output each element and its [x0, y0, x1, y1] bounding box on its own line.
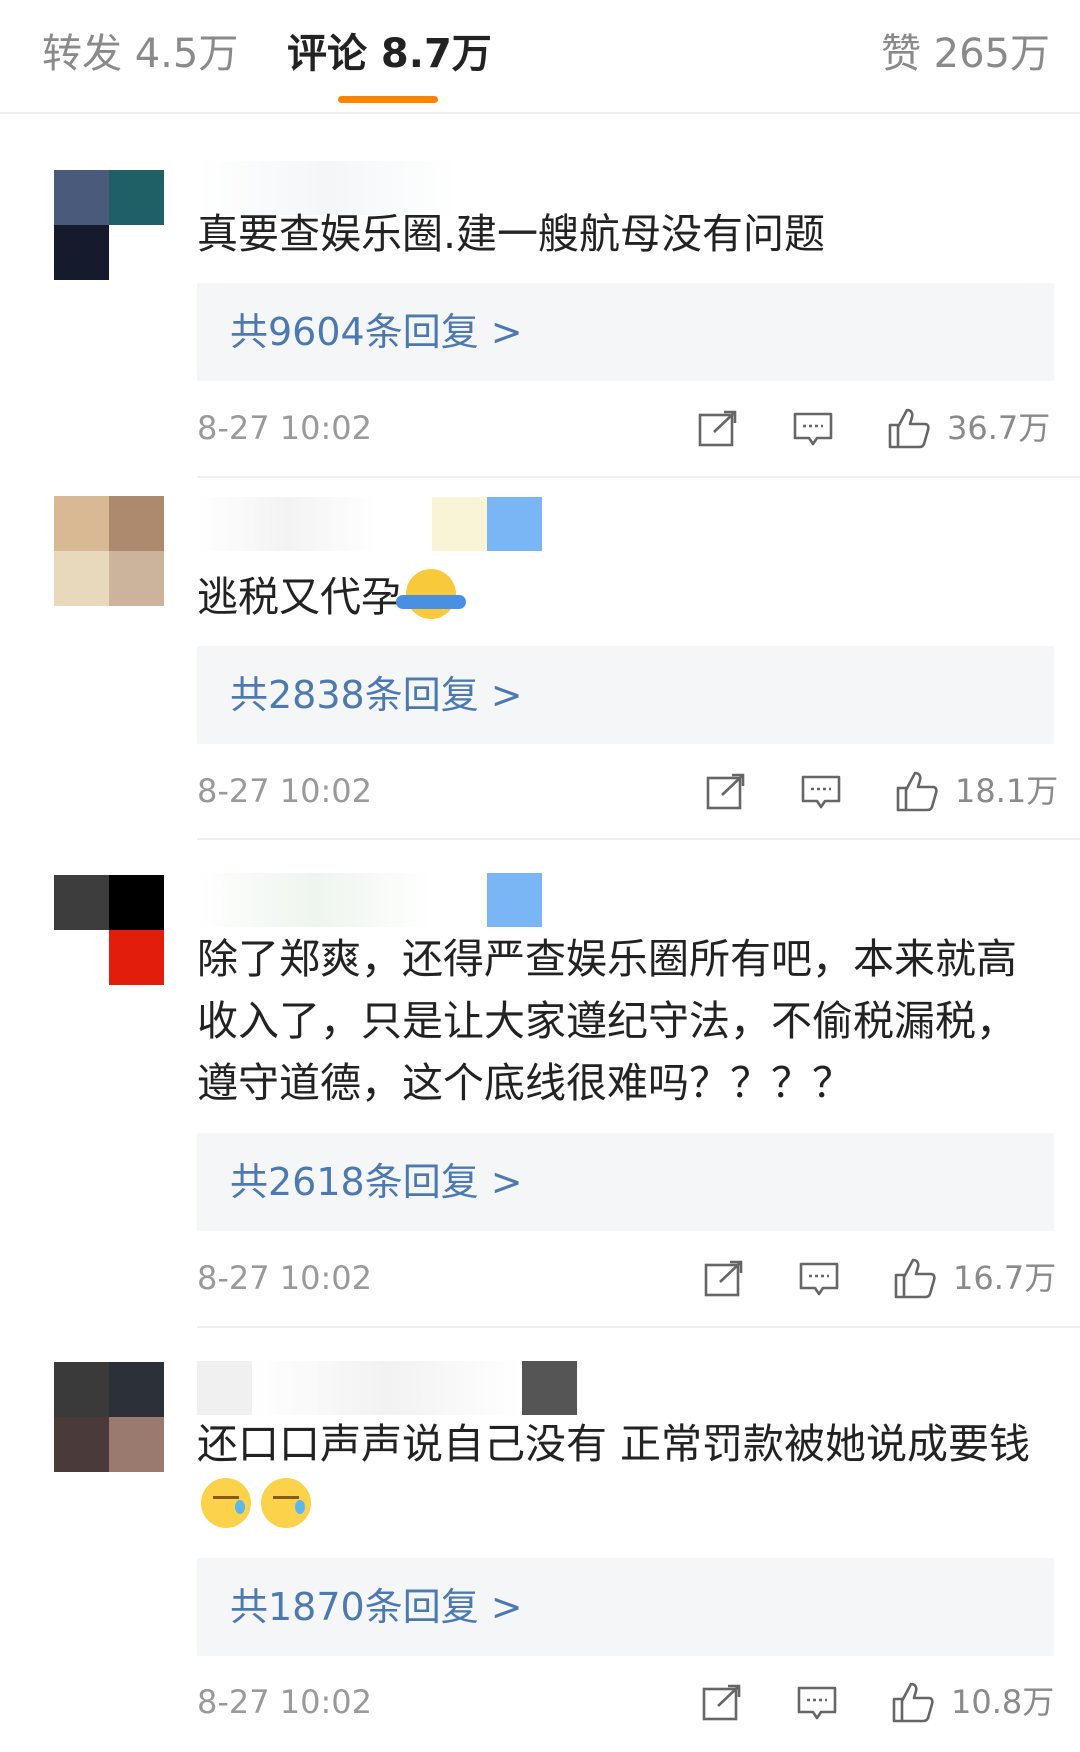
thumbs-up-icon[interactable] — [893, 1256, 937, 1300]
reply-count-link[interactable]: 共2618条回复 > — [230, 1133, 523, 1231]
reply-count-link[interactable]: 共2838条回复 > — [230, 646, 523, 744]
comment-icon[interactable] — [799, 1260, 839, 1298]
comment-meta: 8-27 10:02 16.7万 — [0, 1248, 1080, 1308]
avatar[interactable] — [54, 1362, 164, 1472]
comment-text: 真要查娱乐圈.建一艘航母没有问题 — [197, 210, 826, 258]
thumbs-up-icon[interactable] — [895, 769, 939, 813]
like-count: 18.1万 — [955, 772, 1059, 810]
comment-icon[interactable] — [801, 773, 841, 811]
divider — [197, 838, 1080, 840]
comment-icon[interactable] — [797, 1684, 837, 1722]
share-icon[interactable] — [704, 1260, 744, 1298]
reply-box[interactable]: 共1870条回复 > — [197, 1558, 1054, 1656]
comment-meta: 8-27 10:02 10.8万 — [0, 1672, 1080, 1732]
reply-box[interactable]: 共2618条回复 > — [197, 1133, 1054, 1231]
thumbs-up-icon[interactable] — [887, 406, 931, 450]
comment-text: 逃税又代孕 — [197, 566, 1057, 628]
timestamp: 8-27 10:02 — [197, 1683, 373, 1721]
divider — [197, 1326, 1080, 1328]
username-redacted[interactable] — [197, 872, 542, 928]
tab-comments[interactable]: 评论 8.7万 — [287, 26, 492, 82]
active-tab-indicator — [338, 96, 438, 103]
thumbs-up-icon[interactable] — [891, 1680, 935, 1724]
reply-count-link[interactable]: 共9604条回复 > — [230, 283, 523, 381]
like-count: 10.8万 — [951, 1683, 1055, 1721]
avatar[interactable] — [54, 875, 164, 985]
share-icon[interactable] — [702, 1684, 742, 1722]
username-redacted[interactable] — [197, 496, 542, 552]
tab-repost[interactable]: 转发 4.5万 — [42, 26, 238, 82]
share-icon[interactable] — [698, 410, 738, 448]
tab-likes[interactable]: 赞 265万 — [881, 26, 1050, 82]
comment-meta: 8-27 10:02 36.7万 — [0, 398, 1080, 458]
sweat-emoji — [201, 1478, 251, 1528]
reply-count-link[interactable]: 共1870条回复 > — [230, 1558, 523, 1656]
comment-text-body: 逃税又代孕 — [197, 573, 402, 621]
reply-box[interactable]: 共2838条回复 > — [197, 646, 1054, 744]
username-redacted[interactable] — [197, 1360, 577, 1416]
comment-icon[interactable] — [793, 410, 833, 448]
divider — [197, 476, 1080, 478]
comment-text-body: 还口口声声说自己没有 正常罚款被她说成要钱 — [197, 1420, 1031, 1468]
sweat-emoji — [261, 1478, 311, 1528]
comment-text: 还口口声声说自己没有 正常罚款被她说成要钱 — [197, 1413, 1057, 1537]
comment-meta: 8-27 10:02 18.1万 — [0, 761, 1080, 821]
shrug-emoji — [396, 569, 466, 619]
reply-box[interactable]: 共9604条回复 > — [197, 283, 1054, 381]
timestamp: 8-27 10:02 — [197, 409, 373, 447]
timestamp: 8-27 10:02 — [197, 772, 373, 810]
timestamp: 8-27 10:02 — [197, 1259, 373, 1297]
comment-text: 除了郑爽，还得严查娱乐圈所有吧，本来就高收入了，只是让大家遵纪守法，不偷税漏税，… — [197, 935, 1017, 1107]
like-count: 36.7万 — [947, 409, 1051, 447]
tab-bar: 转发 4.5万 评论 8.7万 赞 265万 — [0, 0, 1080, 114]
avatar[interactable] — [54, 496, 164, 606]
avatar[interactable] — [54, 170, 164, 280]
like-count: 16.7万 — [953, 1259, 1057, 1297]
share-icon[interactable] — [706, 773, 746, 811]
